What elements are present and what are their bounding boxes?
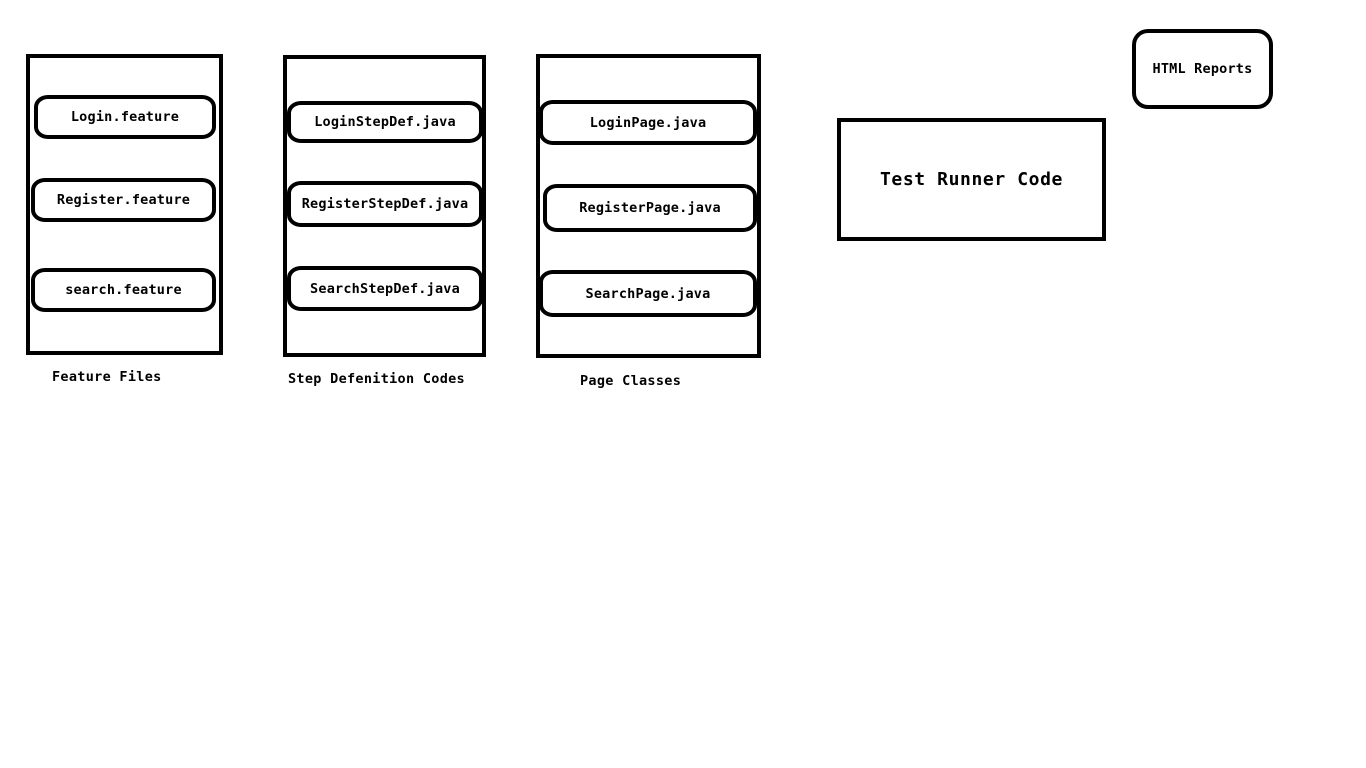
page-classes-caption: Page Classes <box>580 373 682 389</box>
feature-file-search: search.feature <box>31 268 216 312</box>
feature-file-login: Login.feature <box>34 95 216 139</box>
step-definitions-caption: Step Defenition Codes <box>288 371 465 387</box>
feature-files-caption: Feature Files <box>52 369 162 385</box>
step-def-login: LoginStepDef.java <box>287 101 483 143</box>
test-runner-box: Test Runner Code <box>837 118 1106 241</box>
page-class-search: SearchPage.java <box>539 270 757 317</box>
page-class-register: RegisterPage.java <box>543 184 757 232</box>
feature-file-register: Register.feature <box>31 178 216 222</box>
html-reports-box: HTML Reports <box>1132 29 1273 109</box>
step-def-search: SearchStepDef.java <box>287 266 483 311</box>
page-class-login: LoginPage.java <box>539 100 757 145</box>
step-def-register: RegisterStepDef.java <box>287 181 483 227</box>
